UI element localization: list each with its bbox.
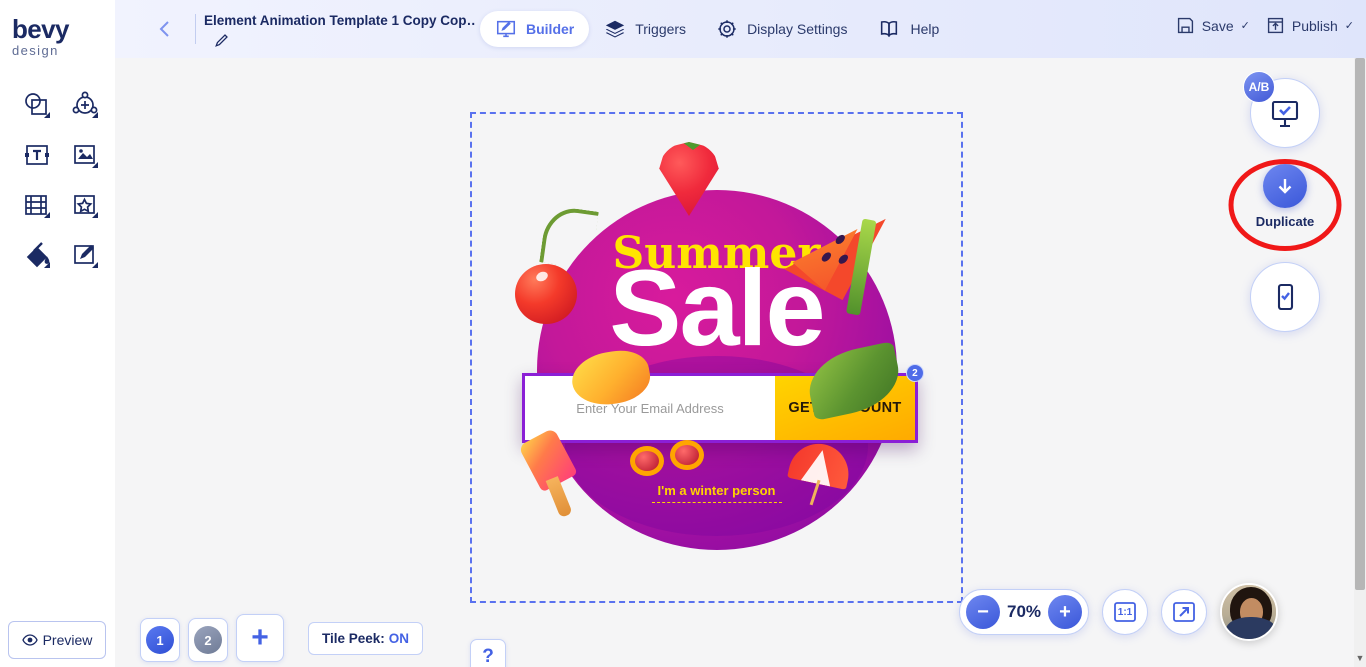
scrollbar-thumb[interactable] [1355,58,1365,590]
mango-graphic [568,345,654,411]
tile-list: 1 2 + Tile Peek: ON [140,614,424,662]
duplicate-label: Duplicate [1255,214,1315,229]
actual-size-label: 1:1 [1117,606,1133,618]
publish-button[interactable]: Publish ✓ [1266,16,1354,35]
tab-display-settings-label: Display Settings [747,21,848,37]
mobile-variant-button[interactable] [1250,262,1320,332]
zoom-control: − 70% + [959,589,1089,635]
chevron-left-icon [159,21,169,37]
fill-tool[interactable] [14,230,60,280]
icon-tool[interactable] [62,180,108,230]
header-actions: Save ✓ Publish ✓ [1176,16,1354,35]
email-input[interactable]: Enter Your Email Address [525,376,775,440]
tile-button-2[interactable]: 2 [188,618,228,662]
tab-display-settings[interactable]: Display Settings [701,11,862,47]
tile-1-label: 1 [146,626,174,654]
brand-subtitle: design [12,43,59,58]
desktop-check-icon [1271,100,1299,128]
cherry-graphic [515,204,599,324]
tab-triggers[interactable]: Triggers [589,11,701,47]
tab-help-label: Help [910,21,940,37]
document-title: Element Animation Template 1 Copy Cop… [204,13,476,28]
duplicate-control: Duplicate [1228,159,1342,251]
fit-to-screen-button[interactable] [1161,589,1207,635]
image-tool[interactable] [62,130,108,180]
zoom-level: 70% [1006,602,1042,621]
desktop-variant-button[interactable]: A/B [1243,71,1320,148]
gear-icon [718,20,736,38]
plus-icon: + [251,621,269,654]
canvas-area[interactable]: Summer Sale Enter Your Email Address GET… [115,58,1354,667]
tool-palette [14,80,108,280]
back-button[interactable] [153,17,177,41]
rename-document-button[interactable] [213,33,229,54]
popup-creative: Summer Sale Enter Your Email Address GET… [472,114,961,601]
add-tile-button[interactable]: + [236,614,284,662]
tab-builder[interactable]: Builder [480,11,590,47]
upload-icon [1267,17,1283,34]
brand-logo: bevy design [12,16,69,57]
preview-button[interactable]: Preview [8,621,106,659]
selected-element-frame[interactable]: Summer Sale Enter Your Email Address GET… [470,112,963,603]
text-tool[interactable] [14,130,60,180]
user-avatar[interactable] [1220,583,1278,641]
draw-tool[interactable] [62,230,108,280]
header-nav: Builder Triggers Display Settings Help [480,11,954,47]
pencil-icon [215,34,228,47]
tab-triggers-label: Triggers [635,21,687,37]
help-button[interactable]: ? [470,639,506,667]
arrow-down-icon [1278,179,1292,194]
zoom-toolbar: − 70% + 1:1 [959,583,1278,641]
preview-label: Preview [42,632,93,648]
publish-label: Publish [1291,17,1338,34]
header-divider [195,14,196,44]
tile-button-1[interactable]: 1 [140,618,180,662]
save-label: Save [1201,17,1234,34]
zoom-in-button[interactable]: + [1048,595,1082,629]
eye-icon [21,634,38,646]
strawberry-graphic [658,142,720,216]
floppy-icon [1177,17,1193,34]
left-sidebar: bevy design Preview [0,0,115,667]
actual-size-button[interactable]: 1:1 [1102,589,1148,635]
publish-chevron-icon[interactable]: ✓ [1345,19,1354,32]
layers-icon [606,20,625,38]
tile-peek-value: ON [388,630,410,646]
expand-arrow-icon [1173,602,1195,622]
tile-2-label: 2 [194,626,222,654]
dismiss-link-underline [651,502,782,503]
vertical-scrollbar[interactable]: ▼ [1354,58,1366,667]
tab-builder-label: Builder [526,21,575,37]
device-panel: A/B Duplicate [1228,71,1342,332]
top-header: Element Animation Template 1 Copy Cop… B… [115,0,1366,58]
mobile-check-icon [1277,283,1294,311]
cta-step-badge: 2 [906,364,924,382]
monitor-pencil-icon [496,20,516,38]
ab-test-badge[interactable]: A/B [1243,71,1275,103]
add-element-tool[interactable] [62,80,108,130]
watermelon-graphic [784,187,886,316]
book-icon [881,21,898,38]
save-chevron-icon[interactable]: ✓ [1241,19,1250,32]
tab-help[interactable]: Help [862,11,954,47]
popsicle-graphic [518,427,578,519]
tile-peek-toggle[interactable]: Tile Peek: ON [308,621,424,655]
umbrella-graphic [787,438,855,506]
shapes-tool[interactable] [14,80,60,130]
scroll-down-arrow-icon[interactable]: ▼ [1354,651,1366,665]
app-root: bevy design Preview Element Animation Te… [0,0,1366,667]
brand-name: bevy [12,14,69,44]
zoom-out-button[interactable]: − [966,595,1000,629]
tile-peek-label: Tile Peek: [322,630,385,646]
duplicate-button[interactable] [1263,164,1307,208]
leaf-graphic [802,341,906,421]
video-tool[interactable] [14,180,60,230]
save-button[interactable]: Save ✓ [1176,16,1250,35]
